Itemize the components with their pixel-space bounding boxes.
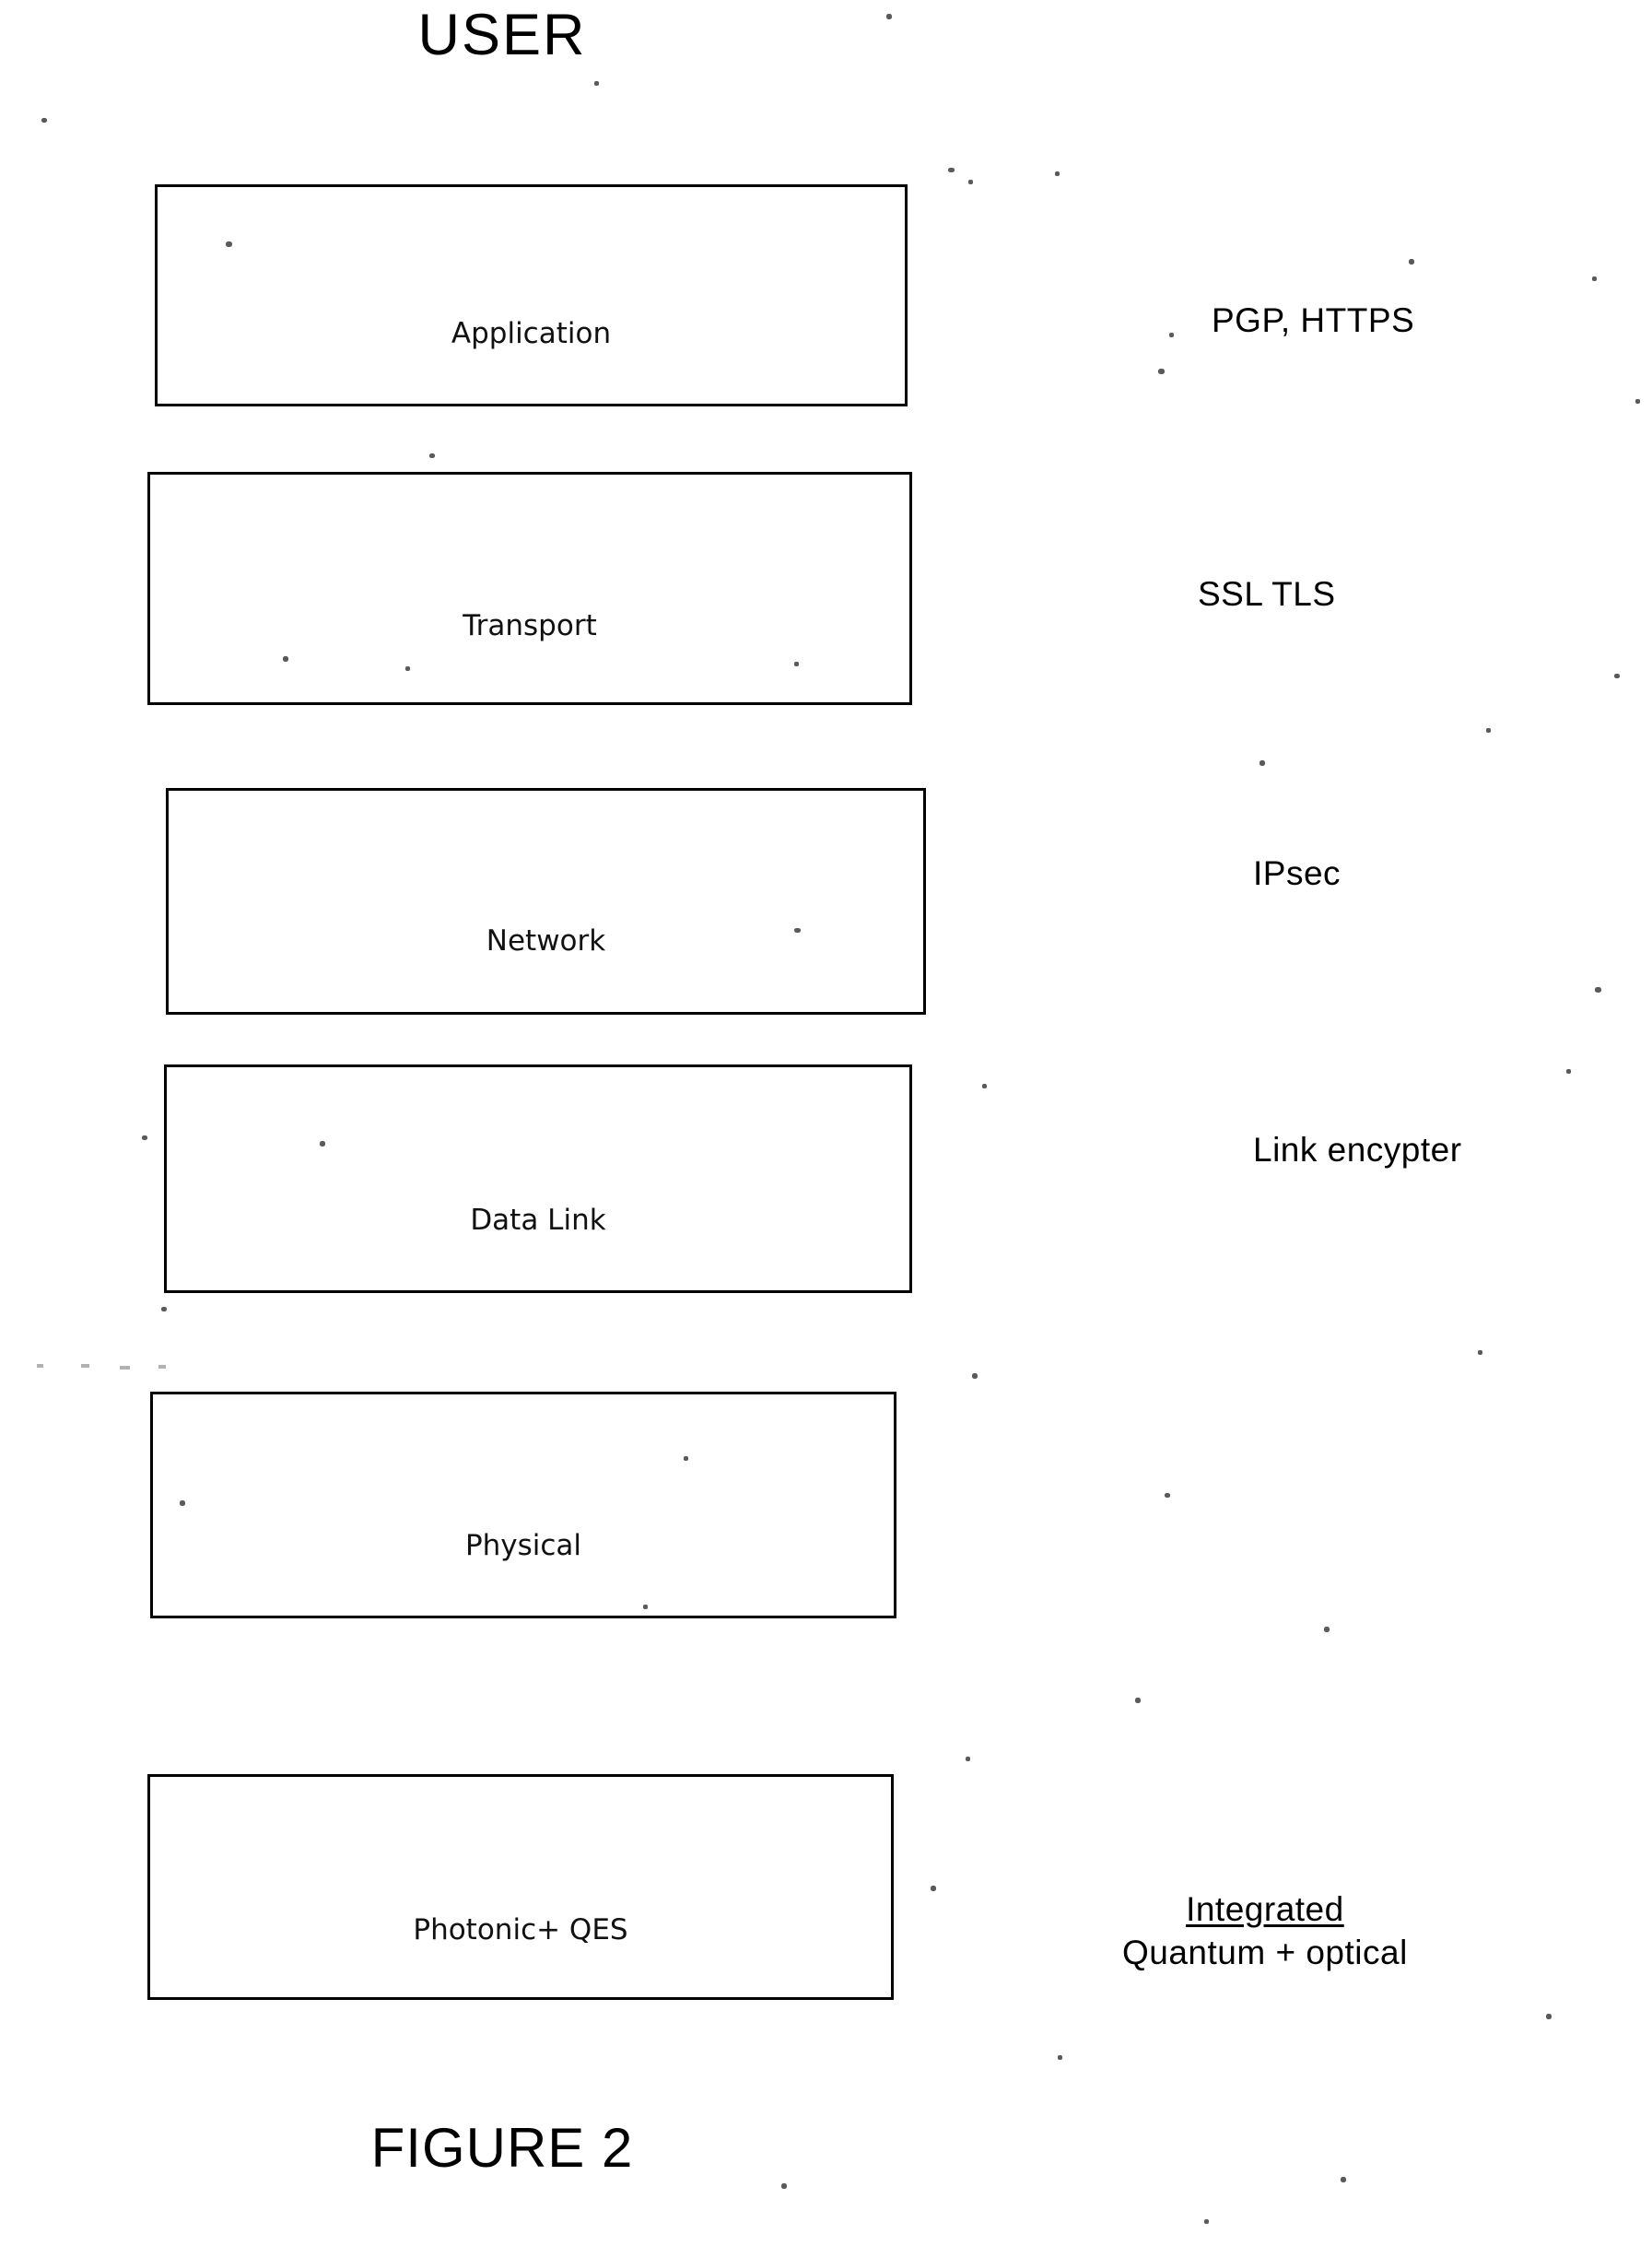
scan-speck [684, 1456, 688, 1461]
annotation-network: IPsec [1253, 854, 1341, 893]
scan-speck [1260, 760, 1265, 766]
scan-speck [1614, 674, 1620, 678]
scan-speck [120, 1366, 130, 1370]
scan-speck [968, 180, 973, 184]
annotation-text-transport: SSL TLS [1198, 575, 1336, 613]
scan-speck [1158, 369, 1165, 374]
scan-speck [180, 1500, 185, 1506]
page-title: USER [417, 3, 587, 67]
layer-label-transport: Transport [463, 609, 597, 642]
scan-speck [320, 1141, 325, 1147]
annotation-application: PGP, HTTPS [1212, 301, 1414, 340]
scan-speck [1204, 2219, 1209, 2224]
layer-label-data-link: Data Link [470, 1204, 606, 1237]
scan-speck [1341, 2177, 1346, 2182]
annotation-transport: SSL TLS [1198, 575, 1336, 614]
scan-speck [1324, 1627, 1330, 1632]
scan-speck [37, 1364, 43, 1368]
annotation-text-data-link: Link encypter [1253, 1131, 1462, 1169]
annotation-text-application: PGP, HTTPS [1212, 301, 1415, 339]
layer-label-photonic-qes: Photonic+ QES [413, 1913, 628, 1946]
scan-speck [1058, 2055, 1062, 2060]
scan-speck [966, 1757, 970, 1761]
layer-box-transport: Transport [147, 472, 912, 705]
annotation-heading-photonic-qes: Integrated [1186, 1890, 1344, 1928]
scan-speck [1409, 259, 1414, 265]
figure-page: USER Application Transport Network Data Lin… [0, 0, 1652, 2246]
figure-caption: FIGURE 2 [370, 2117, 634, 2179]
layer-box-data-link: Data Link [164, 1064, 912, 1293]
scan-speck [161, 1307, 167, 1311]
scan-speck [1592, 276, 1597, 281]
layer-box-physical: Physical [150, 1392, 896, 1618]
scan-speck [405, 666, 410, 671]
scan-speck [781, 2183, 787, 2189]
scan-speck [886, 14, 892, 19]
layer-label-application: Application [451, 317, 612, 350]
scan-speck [142, 1135, 147, 1140]
scan-speck [1486, 728, 1491, 733]
scan-speck [1135, 1698, 1141, 1703]
annotation-data-link: Link encypter [1253, 1131, 1462, 1170]
scan-speck [158, 1365, 166, 1369]
scan-speck [1635, 399, 1640, 404]
scan-speck [794, 928, 801, 933]
annotation-photonic-qes: Integrated Quantum + optical [1122, 1887, 1408, 1975]
layer-box-network: Network [166, 788, 926, 1015]
annotation-text-network: IPsec [1253, 854, 1342, 892]
scan-speck [1055, 171, 1060, 176]
layer-box-application: Application [155, 184, 908, 406]
scan-speck [1566, 1069, 1571, 1074]
scan-speck [1546, 2014, 1552, 2019]
scan-speck [1165, 1493, 1170, 1498]
scan-speck [1478, 1350, 1482, 1355]
scan-speck [982, 1084, 987, 1088]
layer-box-photonic-qes: Photonic+ QES [147, 1774, 894, 2000]
scan-speck [41, 118, 47, 123]
scan-speck [794, 662, 799, 666]
scan-speck [283, 656, 288, 662]
scan-speck [226, 241, 232, 247]
layer-label-physical: Physical [464, 1529, 582, 1562]
scan-speck [594, 81, 599, 86]
scan-speck [643, 1605, 648, 1609]
scan-speck [931, 1886, 936, 1891]
scan-speck [948, 168, 955, 172]
scan-speck [1595, 987, 1601, 993]
scan-speck [1169, 333, 1174, 337]
scan-speck [81, 1364, 89, 1368]
scan-speck [972, 1373, 978, 1379]
scan-speck [429, 453, 435, 458]
layer-label-network: Network [486, 924, 606, 958]
annotation-text-photonic-qes: Quantum + optical [1122, 1934, 1408, 1972]
